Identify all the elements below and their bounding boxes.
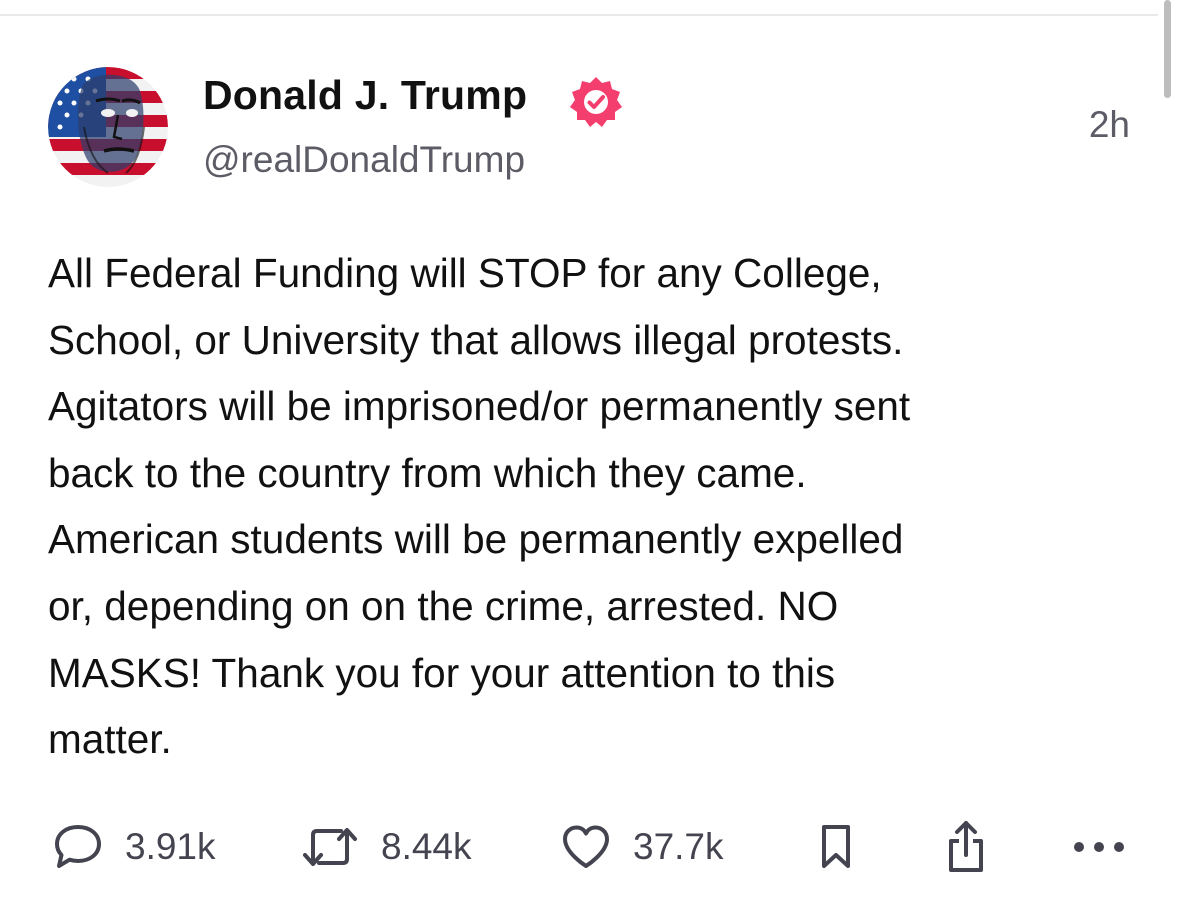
- reply-icon: [55, 825, 101, 868]
- repost-count: 8.44k: [381, 826, 472, 867]
- post-card: Donald J. Trump @realDonaldTrump 2h All …: [0, 0, 1179, 900]
- author-handle[interactable]: @realDonaldTrump: [203, 139, 525, 181]
- post-body: All Federal Funding will STOP for any Co…: [48, 250, 911, 763]
- author-name[interactable]: Donald J. Trump: [203, 72, 527, 119]
- post-timestamp[interactable]: 2h: [1089, 104, 1130, 146]
- share-icon: [949, 821, 983, 872]
- avatar[interactable]: [48, 67, 168, 187]
- repost-button[interactable]: 8.44k: [301, 812, 472, 882]
- like-count: 37.7k: [633, 826, 724, 867]
- like-button[interactable]: 37.7k: [561, 812, 724, 882]
- share-button[interactable]: [943, 812, 989, 882]
- verified-badge-icon: [568, 74, 624, 130]
- post-actions: 3.91k 8.44k 37.7k: [0, 812, 1179, 882]
- bookmark-icon: [822, 825, 850, 868]
- bookmark-button[interactable]: [816, 812, 856, 882]
- more-options-button[interactable]: [1071, 812, 1127, 882]
- avatar-image: [48, 67, 168, 187]
- repost-icon: [303, 828, 357, 866]
- reply-button[interactable]: 3.91k: [53, 812, 216, 882]
- reply-count: 3.91k: [125, 826, 216, 867]
- more-icon: [1074, 842, 1124, 852]
- heart-icon: [563, 825, 609, 868]
